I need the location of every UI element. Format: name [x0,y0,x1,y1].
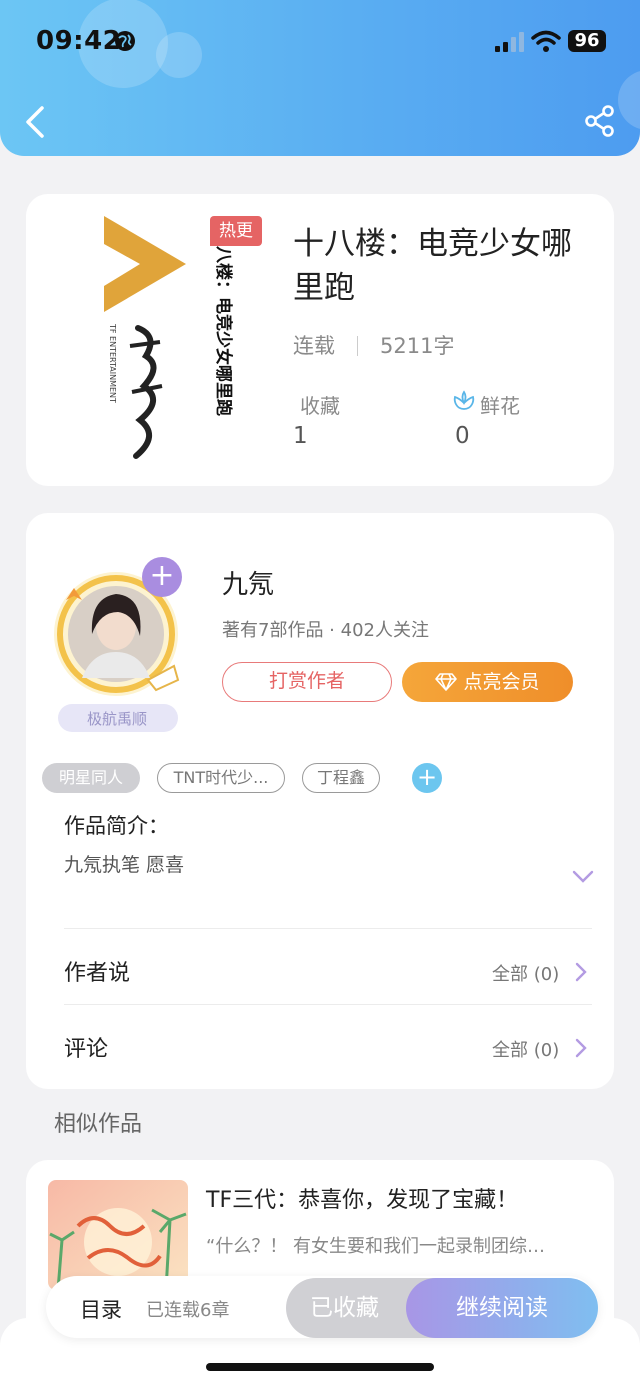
home-indicator [206,1363,434,1371]
wifi-icon [531,30,561,52]
decor-bubble [618,70,640,130]
hot-badge: 热更 [210,216,262,246]
header: 09:42 96 [0,0,640,156]
divider [64,928,592,929]
chevron-right-icon[interactable] [574,961,588,983]
favorites-label: 收藏 [300,394,340,418]
intro-label: 作品简介： [64,814,169,838]
gem-icon [435,673,458,691]
chevron-right-icon[interactable] [574,1037,588,1059]
avatar-badge-text: 极航禹顺 [87,710,147,728]
battery-indicator: 96 [568,30,606,52]
toc-button[interactable]: 目录 [80,1294,122,1324]
author-says-all[interactable]: 全部 (0) [492,960,559,986]
comments-all[interactable]: 全部 (0) [492,1036,559,1062]
similar-cover-art [48,1180,188,1290]
cover-spine-text: 八楼：电竞少女哪里跑 [213,246,234,416]
intro-text: 九氖执笔 愿喜 [64,854,185,876]
status-time: 09:42 [36,26,122,56]
flowers-value: 0 [455,423,470,449]
follow-plus-button[interactable]: + [142,557,182,597]
vip-button-label: 点亮会员 [463,671,540,693]
status-bar: 09:42 96 [0,22,640,62]
tag-item[interactable]: 明星同人 [42,763,140,793]
similar-work-cover[interactable] [48,1180,188,1290]
cover-art: TF ENTERTAINMENT 八楼：电竞少女哪里跑 [104,216,234,459]
reward-author-button[interactable]: 打赏作者 [222,662,392,702]
comments-label[interactable]: 评论 [64,1031,108,1063]
book-word-count: 5211字 [380,334,455,358]
continue-reading-button[interactable]: 继续阅读 [406,1278,598,1338]
flowers-label: 鲜花 [480,394,520,418]
author-name[interactable]: 九氖 [222,564,274,601]
similar-work-desc: “什么？！ 有女生要和我们一起录制团综… [206,1236,546,1257]
book-cover[interactable]: TF ENTERTAINMENT 八楼：电竞少女哪里跑 [100,216,260,464]
globe-icon [115,31,135,51]
favorites-value: 1 [293,423,308,449]
flower-icon [453,390,475,410]
tag-item[interactable]: TNT时代少... [157,763,285,793]
book-meta: 连载 5211字 [293,330,454,360]
back-icon[interactable] [22,104,48,140]
signal-icon [495,32,524,52]
book-title: 十八楼：电竞少女哪里跑 [293,226,572,306]
book-status: 连载 [293,334,335,358]
tag-item[interactable]: 丁程鑫 [302,763,380,793]
chapter-count: 已连载6章 [146,1300,230,1321]
author-says-label[interactable]: 作者说 [64,955,130,987]
share-icon[interactable] [584,104,616,138]
vip-button[interactable]: 点亮会员 [402,662,573,702]
add-tag-button[interactable]: + [412,763,442,793]
author-stats: 著有7部作品 · 402人关注 [222,620,429,641]
divider [64,1004,592,1005]
similar-work-title[interactable]: TF三代：恭喜你，发现了宝藏！ [206,1182,518,1214]
cover-logo-text: TF ENTERTAINMENT [108,323,117,403]
meta-divider [357,336,358,356]
similar-section-title: 相似作品 [54,1112,143,1137]
chevron-down-icon[interactable] [572,870,594,884]
